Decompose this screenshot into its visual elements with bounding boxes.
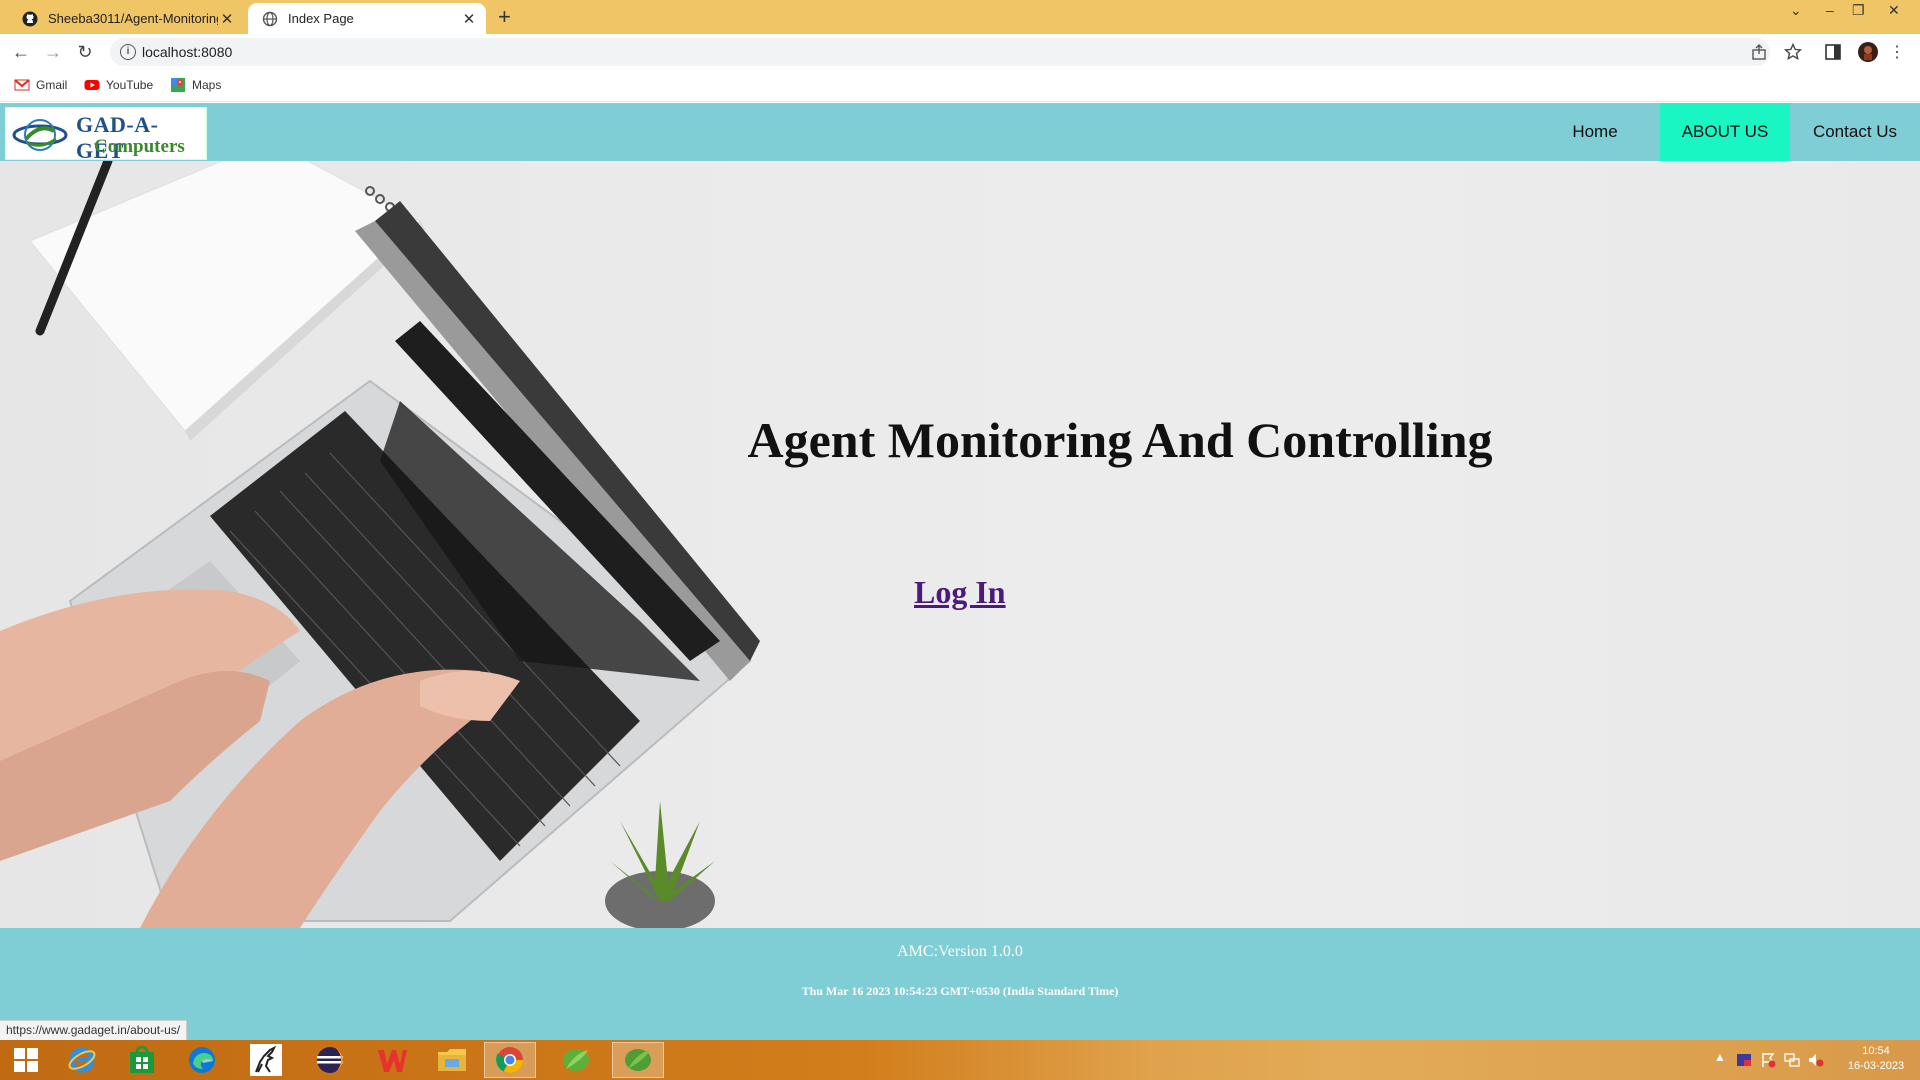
forward-arrow-icon[interactable]: →: [42, 41, 64, 63]
profile-avatar-icon[interactable]: [1858, 42, 1878, 62]
maps-icon: [171, 78, 185, 92]
nav-about-us[interactable]: ABOUT US: [1660, 103, 1790, 161]
bookmark-label: YouTube: [106, 78, 154, 92]
site-info-icon[interactable]: i: [120, 44, 136, 60]
close-window-button[interactable]: ✕: [1888, 2, 1900, 19]
tab-github[interactable]: Sheeba3011/Agent-Monitoring- ✕: [8, 3, 244, 34]
bookmarks-bar: Gmail YouTube Maps: [0, 70, 1920, 102]
network-icon[interactable]: [1784, 1052, 1800, 1068]
start-button[interactable]: [0, 1042, 52, 1078]
chevron-down-icon[interactable]: ⌄: [1790, 2, 1802, 19]
github-icon: [22, 11, 38, 26]
link-status-bubble: https://www.gadaget.in/about-us/: [0, 1020, 188, 1040]
site-header: GAD-A-GET Computers Home ABOUT US Contac…: [0, 103, 1920, 163]
address-bar[interactable]: i localhost:8080: [110, 38, 1770, 66]
security-tray-icon[interactable]: [1736, 1052, 1752, 1068]
windows-logo-icon: [14, 1048, 38, 1072]
nav-contact-us[interactable]: Contact Us: [1790, 103, 1920, 161]
address-url[interactable]: localhost:8080: [142, 44, 232, 60]
current-datetime: Thu Mar 16 2023 10:54:23 GMT+0530 (India…: [801, 984, 1119, 998]
back-arrow-icon[interactable]: ←: [10, 41, 32, 63]
new-tab-button[interactable]: +: [498, 5, 511, 29]
wps-office-icon[interactable]: [366, 1042, 418, 1078]
clock-date: 16-03-2023: [1847, 1060, 1905, 1072]
bookmark-star-icon[interactable]: [1784, 43, 1802, 61]
clock-time: 10:54: [1862, 1045, 1890, 1057]
eclipse-icon[interactable]: [304, 1042, 356, 1078]
logo-text-secondary: Computers: [94, 136, 185, 157]
spring-tool-icon[interactable]: [612, 1042, 664, 1078]
side-panel-icon[interactable]: [1824, 43, 1842, 61]
bookmark-label: Gmail: [36, 78, 68, 92]
close-tab-icon[interactable]: ✕: [460, 10, 478, 28]
hero-title: Agent Monitoring And Controlling: [747, 412, 1493, 468]
system-clock[interactable]: 10:54 16-03-2023: [1836, 1044, 1916, 1074]
login-link[interactable]: Log In: [914, 574, 1006, 611]
flag-alert-icon[interactable]: [1760, 1052, 1776, 1068]
site-footer: AMC:Version 1.0.0 Thu Mar 16 2023 10:54:…: [0, 928, 1920, 1040]
hero-laptop-photo: [0, 161, 760, 928]
edge-icon[interactable]: [176, 1042, 228, 1078]
file-explorer-icon[interactable]: [426, 1042, 478, 1078]
dinosaur-app-icon[interactable]: [240, 1042, 292, 1078]
globe-logo-icon: [12, 119, 68, 151]
bookmark-label: Maps: [192, 78, 222, 92]
plant: [605, 801, 715, 928]
tab-title: Sheeba3011/Agent-Monitoring-: [48, 11, 218, 26]
chrome-icon[interactable]: [484, 1042, 536, 1078]
tab-title: Index Page: [288, 11, 354, 26]
browser-toolbar: ← → ↻ i localhost:8080 ⋮: [0, 34, 1920, 70]
minimize-button[interactable]: –: [1826, 2, 1834, 18]
spring-tool-icon[interactable]: [550, 1042, 602, 1078]
browser-tab-strip: Sheeba3011/Agent-Monitoring- ✕ Index Pag…: [0, 0, 1920, 34]
speaker-muted-icon[interactable]: [1808, 1052, 1824, 1068]
windows-taskbar: ▲ 10:54 16-03-2023: [0, 1040, 1920, 1080]
version-text: AMC:Version 1.0.0: [897, 943, 1023, 960]
share-icon[interactable]: [1750, 43, 1768, 61]
globe-icon: [262, 11, 278, 26]
reload-icon[interactable]: ↻: [74, 41, 96, 63]
bookmark-gmail[interactable]: Gmail: [14, 77, 67, 93]
restore-button[interactable]: ❐: [1852, 2, 1865, 19]
menu-kebab-icon[interactable]: ⋮: [1886, 41, 1908, 63]
site-logo[interactable]: GAD-A-GET Computers: [5, 107, 207, 163]
youtube-icon: [84, 80, 100, 90]
store-icon[interactable]: [116, 1042, 168, 1078]
nav-home[interactable]: Home: [1550, 103, 1640, 161]
hero-section: Agent Monitoring And Controlling Log In: [0, 161, 1920, 928]
tab-index-page[interactable]: Index Page ✕: [248, 3, 486, 34]
tray-overflow-icon[interactable]: ▲: [1714, 1050, 1726, 1064]
bookmark-youtube[interactable]: YouTube: [84, 77, 153, 93]
close-tab-icon[interactable]: ✕: [218, 10, 236, 28]
gmail-icon: [14, 79, 30, 91]
bookmark-maps[interactable]: Maps: [170, 77, 221, 93]
internet-explorer-icon[interactable]: [56, 1042, 108, 1078]
